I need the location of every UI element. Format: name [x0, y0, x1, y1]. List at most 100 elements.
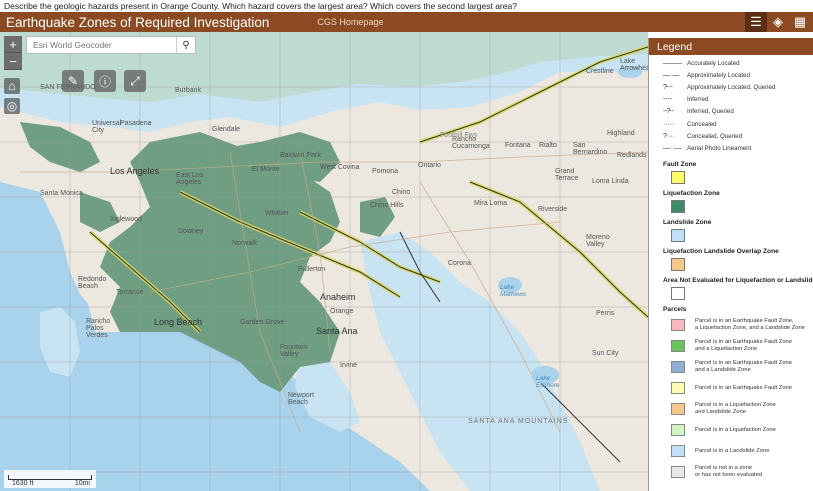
map-label-loma-linda: Loma Linda	[592, 178, 629, 185]
parcel-legend-item: Parcel is in a Liquefaction Zone and Lan…	[663, 401, 813, 418]
map-label-irvine: Irvine	[340, 362, 358, 369]
map-label-east-la: East Los Angeles	[176, 172, 204, 186]
map-label-torrance: Torrance	[116, 289, 144, 296]
app-header: Earthquake Zones of Required Investigati…	[0, 12, 813, 32]
map-label-foothill-fwy: Foothill Fwy	[440, 132, 478, 139]
map-label-redlands: Redlands	[617, 152, 647, 159]
scale-left-label: 1630 ft	[12, 480, 34, 487]
liquefaction-zone-sf-valley	[20, 122, 100, 172]
zoom-out-button[interactable]: −	[4, 53, 22, 70]
fault-line-label: Inferred, Queried	[687, 108, 734, 116]
fault-line-legend: ——— Accurately Located — · — Approximately …	[663, 57, 813, 155]
parcel-legend-label: Parcel is in an Earthquake Fault Zone an…	[695, 360, 792, 373]
zone-legend-swatch	[671, 286, 685, 300]
map-label-grand-terrace: Grand Terrace	[555, 168, 579, 182]
zone-legend-swatch	[671, 228, 685, 242]
question-text: Describe the geologic hazards present in…	[4, 1, 517, 11]
zone-legend-label: Area Not Evaluated for Liquefaction or L…	[663, 276, 813, 284]
scale-bar: 1630 ft 10mi	[4, 470, 96, 488]
list-icon[interactable]: ☰	[745, 12, 767, 32]
parcel-legend-swatch	[671, 403, 685, 415]
parcel-legend-swatch	[671, 445, 685, 457]
map-label-lake-arrowhead: Lake Arrowhead	[620, 58, 648, 72]
zone-legend-label: Liquefaction Zone	[663, 189, 720, 197]
info-icon[interactable]: ⓘ	[94, 70, 116, 92]
fault-line-legend-item: · · · · · Concealed	[663, 118, 813, 130]
map-label-baldwin-park: Baldwin Park	[280, 152, 321, 159]
parcel-legend-label: Parcel is in a Liquefaction Zone	[695, 426, 776, 433]
scale-right-label: 10mi	[74, 480, 90, 487]
zone-legend-label: Liquefaction Landslide Overlap Zone	[663, 247, 779, 255]
app-title: Earthquake Zones of Required Investigati…	[6, 14, 270, 30]
map-label-lake-elsinore: Lake Elsinore	[536, 375, 560, 389]
measure-icon[interactable]: ⤢	[124, 70, 146, 92]
map-label-universal: Universal City	[92, 120, 122, 134]
parcel-legend-item: Parcel is not in a zone or has not been …	[663, 464, 813, 481]
parcel-legend-item: Parcel is in an Earthquake Fault Zone	[663, 380, 813, 397]
fault-line-label: Approximately Located, Queried	[687, 83, 776, 91]
locate-icon[interactable]: ◎	[4, 98, 20, 114]
map-label-west-covina: West Covina	[320, 164, 360, 171]
map-label-anaheim: Anaheim	[320, 292, 356, 302]
map-label-chino: Chino	[392, 189, 411, 196]
map-label-san-bernardino: San Bernardino	[573, 142, 608, 156]
parcel-legend-label: Parcel is in a Liquefaction Zone and Lan…	[695, 402, 776, 415]
fault-line-label: Aerial Photo Lineament	[687, 144, 752, 152]
map-label-moreno-valley: Moreno Valley	[586, 234, 610, 248]
fault-line-legend-item: — · — Approximately Located	[663, 69, 813, 81]
geocoder-search: ⚲	[26, 36, 196, 54]
fault-line-label: Concealed	[687, 120, 717, 128]
map-label-santa-ana-mountains: SANTA ANA MOUNTAINS	[468, 418, 569, 425]
map-label-highland: Highland	[607, 130, 635, 137]
map-label-norwalk: Norwalk	[232, 240, 258, 247]
zoom-in-button[interactable]: +	[4, 36, 22, 53]
zone-legend-swatch	[671, 170, 685, 184]
fault-line-symbol: — · —	[663, 71, 679, 79]
zone-legend-label: Landslide Zone	[663, 218, 712, 226]
cgs-homepage-link[interactable]: CGS Homepage	[317, 17, 383, 27]
header-toolbar: ☰ ◈ ▦	[745, 12, 811, 32]
fault-line-symbol: - -?- -	[663, 108, 674, 116]
fault-line-legend-item: — · · — Aerial Photo Lineament	[663, 142, 813, 154]
parcel-legend-item: Parcel is in a Liquefaction Zone	[663, 422, 813, 439]
map-label-chino-hills: Chino Hills	[370, 202, 404, 209]
fault-line-legend-item: ——— Accurately Located	[663, 57, 813, 69]
draw-edit-icon[interactable]: ✎	[62, 70, 84, 92]
map-label-santa-ana: Santa Ana	[316, 326, 358, 336]
search-input[interactable]	[27, 39, 176, 51]
map-label-garden-grove: Garden Grove	[240, 319, 285, 326]
legend-body[interactable]: ——— Accurately Located — · — Approximately …	[649, 55, 813, 481]
map-label-rancho-palos-verdes: Rancho Palos Verdes	[86, 318, 111, 339]
fault-line-legend-item: ?- - - Approximately Located, Queried	[663, 81, 813, 93]
basemap-gallery-icon[interactable]: ▦	[789, 12, 811, 32]
fault-line-symbol: - - - -	[663, 96, 672, 104]
fault-line-label: Inferred	[687, 96, 709, 104]
parcel-legend-swatch	[671, 466, 685, 478]
liquefaction-zone-la-river	[80, 192, 120, 232]
search-icon[interactable]: ⚲	[176, 37, 195, 53]
parcel-legend-item: Parcel is in an Earthquake Fault Zone an…	[663, 338, 813, 355]
parcel-legend-swatch	[671, 319, 685, 331]
legend-title: Legend	[649, 38, 813, 55]
zone-legend-swatch	[671, 199, 685, 213]
map-label-pasadena: Pasadena	[120, 120, 152, 127]
map-label-newport-beach: Newport Beach	[288, 392, 315, 406]
parcel-legend-label: Parcel is in an Earthquake Fault Zone, a…	[695, 318, 805, 331]
legend-panel: Legend ——— Accurately Located — · — Approxi…	[648, 38, 813, 491]
parcels-heading: Parcels	[663, 305, 687, 313]
fault-line-legend-item: - - - - Inferred	[663, 94, 813, 106]
home-icon[interactable]: ⌂	[4, 78, 20, 94]
map-label-sun-city: Sun City	[592, 350, 619, 357]
map-label-downey: Downey	[178, 228, 204, 235]
map-label-fullerton: Fullerton	[298, 266, 326, 273]
map-label-ontario: Ontario	[418, 162, 441, 169]
layers-icon[interactable]: ◈	[767, 12, 789, 32]
fault-line-legend-item: ?· · · · Concealed, Queried	[663, 130, 813, 142]
map-label-el-monte: El Monte	[252, 166, 280, 173]
zoom-control: + −	[4, 36, 22, 70]
parcel-legend-swatch	[671, 382, 685, 394]
fault-line-symbol: ?- - -	[663, 83, 673, 91]
map-view[interactable]: SAN FERNANDO Burbank Pasadena Universal …	[0, 32, 648, 491]
fault-line-legend-item: - -?- - Inferred, Queried	[663, 106, 813, 118]
map-label-santa-monica: Santa Monica	[40, 190, 83, 197]
